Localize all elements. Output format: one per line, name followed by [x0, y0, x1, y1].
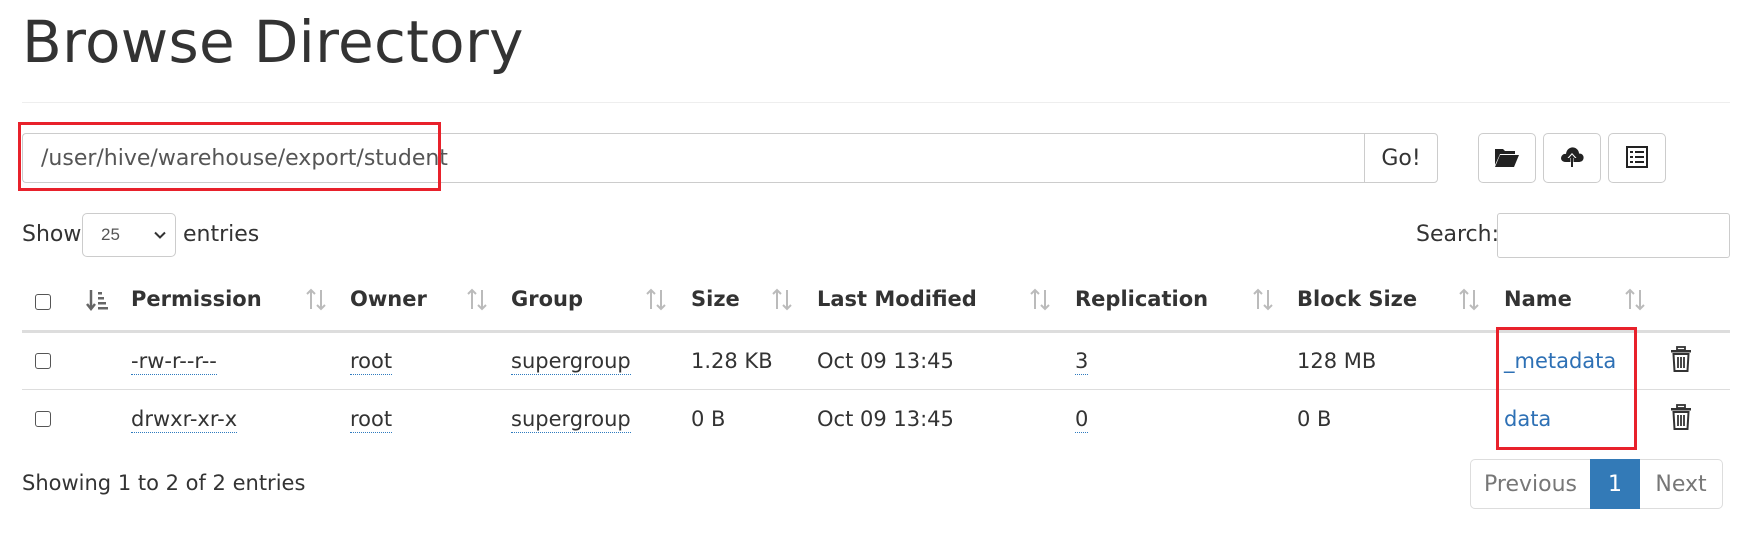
column-header-block-size[interactable]: Block Size: [1297, 287, 1417, 311]
table-info: Showing 1 to 2 of 2 entries: [22, 471, 306, 495]
column-header-group[interactable]: Group: [511, 287, 583, 311]
row-divider: [22, 389, 1730, 390]
sort-icon[interactable]: [1458, 288, 1480, 317]
column-header-owner[interactable]: Owner: [350, 287, 427, 311]
search-input[interactable]: [1497, 213, 1730, 258]
entries-per-page-select[interactable]: 25: [82, 213, 176, 257]
permission-cell[interactable]: -rw-r--r--: [131, 349, 217, 375]
replication-cell[interactable]: 0: [1075, 407, 1089, 433]
row-checkbox[interactable]: [35, 411, 51, 427]
size-cell: 1.28 KB: [691, 349, 773, 373]
entries-label: entries: [183, 222, 260, 247]
row-checkbox[interactable]: [35, 353, 51, 369]
sort-icon[interactable]: [1252, 288, 1274, 317]
sort-icon[interactable]: [771, 288, 793, 317]
entries-per-page-value: 25: [101, 225, 120, 244]
group-cell[interactable]: supergroup: [511, 349, 631, 375]
column-header-size[interactable]: Size: [691, 287, 740, 311]
create-directory-button[interactable]: [1478, 133, 1536, 183]
group-cell[interactable]: supergroup: [511, 407, 631, 433]
column-header-last-modified[interactable]: Last Modified: [817, 287, 977, 311]
select-all-checkbox[interactable]: [35, 294, 51, 310]
list-icon: [1626, 145, 1648, 171]
pagination-previous[interactable]: Previous: [1470, 459, 1590, 509]
column-header-replication[interactable]: Replication: [1075, 287, 1208, 311]
table-header-divider: [22, 330, 1730, 333]
title-divider: [22, 102, 1730, 103]
pagination-page-1[interactable]: 1: [1590, 459, 1640, 509]
go-button[interactable]: Go!: [1364, 133, 1438, 183]
show-label: Show: [22, 222, 82, 247]
column-header-name[interactable]: Name: [1504, 287, 1572, 311]
trash-icon[interactable]: [1670, 404, 1692, 435]
replication-cell[interactable]: 3: [1075, 349, 1089, 375]
owner-cell[interactable]: root: [350, 349, 393, 375]
size-cell: 0 B: [691, 407, 726, 431]
sort-icon[interactable]: [305, 288, 327, 317]
pagination-next[interactable]: Next: [1640, 459, 1723, 509]
last-modified-cell: Oct 09 13:45: [817, 349, 954, 373]
sort-default-icon[interactable]: [86, 288, 108, 317]
sort-icon[interactable]: [645, 288, 667, 317]
block-size-cell: 0 B: [1297, 407, 1332, 431]
sort-icon[interactable]: [1029, 288, 1051, 317]
column-header-permission[interactable]: Permission: [131, 287, 262, 311]
sort-icon[interactable]: [466, 288, 488, 317]
file-name-link[interactable]: _metadata: [1504, 349, 1616, 373]
chevron-down-icon: [153, 227, 167, 247]
trash-icon[interactable]: [1670, 346, 1692, 377]
cloud-upload-icon: [1559, 145, 1585, 172]
upload-button[interactable]: [1543, 133, 1601, 183]
page-title: Browse Directory: [22, 8, 524, 76]
owner-cell[interactable]: root: [350, 407, 393, 433]
block-size-cell: 128 MB: [1297, 349, 1377, 373]
search-label: Search:: [1416, 222, 1499, 247]
file-name-link[interactable]: data: [1504, 407, 1551, 431]
directory-path-input[interactable]: [22, 133, 1364, 183]
permission-cell[interactable]: drwxr-xr-x: [131, 407, 238, 433]
last-modified-cell: Oct 09 13:45: [817, 407, 954, 431]
sort-icon[interactable]: [1624, 288, 1646, 317]
cut-paste-button[interactable]: [1608, 133, 1666, 183]
folder-open-icon: [1494, 146, 1520, 171]
